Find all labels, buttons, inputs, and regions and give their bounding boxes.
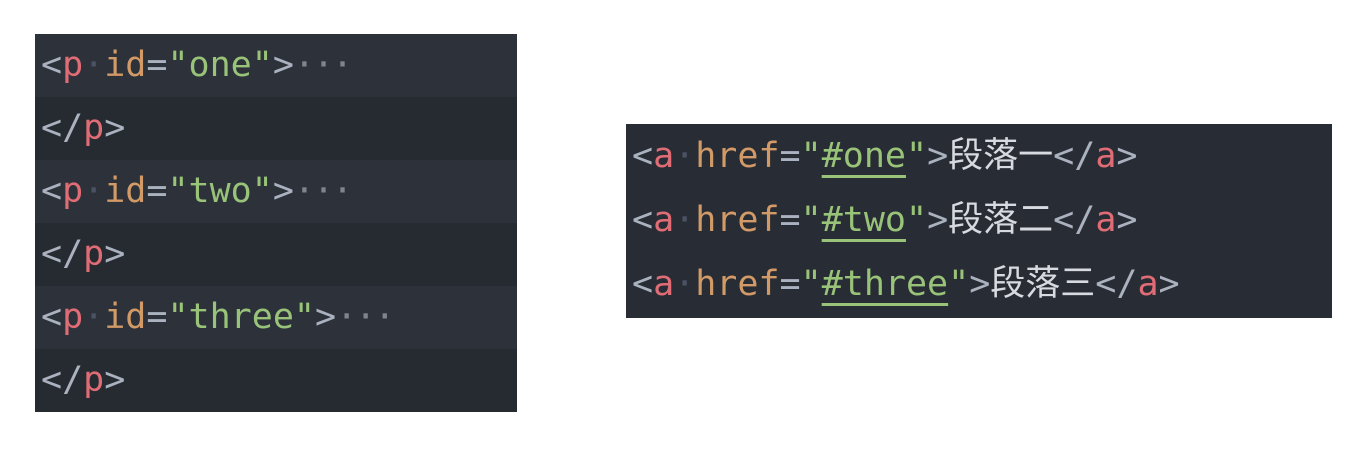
punctuation: > (927, 200, 949, 240)
code-line: <a·href="#three">段落三</a> (626, 252, 1332, 316)
code-line: <p·id="two">··· (35, 160, 517, 223)
code-line: <a·href="#two">段落二</a> (626, 188, 1332, 252)
attribute-value: "one" (167, 45, 273, 85)
tag-name: p (62, 171, 84, 211)
tag-name: a (1095, 200, 1117, 240)
whitespace-marker: · (83, 45, 105, 85)
href-link[interactable]: #two (822, 200, 906, 240)
attribute-name: id (104, 45, 147, 85)
punctuation: </ (1053, 136, 1096, 176)
whitespace-marker: · (83, 297, 105, 337)
code-line: </p> (35, 349, 517, 412)
link-text: 段落三 (990, 264, 1096, 304)
punctuation: > (104, 108, 126, 148)
tag-name: a (653, 136, 675, 176)
punctuation: > (1158, 264, 1180, 304)
punctuation: </ (41, 108, 84, 148)
link-text: 段落二 (948, 200, 1054, 240)
link-text: 段落一 (948, 136, 1054, 176)
tag-name: a (653, 200, 675, 240)
tag-name: a (1095, 136, 1117, 176)
punctuation: = (146, 45, 168, 85)
punctuation: = (146, 297, 168, 337)
punctuation: < (632, 200, 654, 240)
code-line: <a·href="#one">段落一</a> (626, 124, 1332, 188)
quote: " (948, 264, 970, 304)
punctuation: > (927, 136, 949, 176)
punctuation: > (104, 234, 126, 274)
quote: " (905, 200, 928, 240)
tag-name: p (62, 297, 84, 337)
punctuation: > (1116, 200, 1138, 240)
tag-name: p (83, 108, 105, 148)
punctuation: = (779, 136, 801, 176)
code-editor-left: <p·id="one">··· </p> <p·id="two">··· </p… (35, 34, 517, 412)
attribute-name: id (104, 297, 147, 337)
code-line: <p·id="three">··· (35, 286, 517, 349)
quote: " (800, 200, 822, 240)
punctuation: < (632, 264, 654, 304)
attribute-name: href (695, 200, 780, 240)
tag-name: p (62, 45, 84, 85)
code-line: </p> (35, 223, 517, 286)
quote: " (905, 136, 928, 176)
whitespace-marker: · (674, 264, 696, 304)
attribute-name: href (695, 136, 780, 176)
code-editor-right: <a·href="#one">段落一</a> <a·href="#two">段落… (626, 124, 1332, 318)
punctuation: < (632, 136, 654, 176)
attribute-name: id (104, 171, 147, 211)
punctuation: < (41, 297, 63, 337)
fold-ellipsis-icon[interactable]: ··· (294, 45, 353, 85)
tag-name: p (83, 360, 105, 400)
code-line: <p·id="one">··· (35, 34, 517, 97)
punctuation: = (779, 264, 801, 304)
attribute-name: href (695, 264, 780, 304)
punctuation: = (146, 171, 168, 211)
whitespace-marker: · (674, 200, 696, 240)
fold-ellipsis-icon[interactable]: ··· (294, 171, 353, 211)
fold-ellipsis-icon[interactable]: ··· (336, 297, 395, 337)
punctuation: </ (41, 360, 84, 400)
punctuation: = (779, 200, 801, 240)
href-link[interactable]: #one (822, 136, 906, 176)
punctuation: </ (41, 234, 84, 274)
punctuation: > (104, 360, 126, 400)
href-link[interactable]: #three (822, 264, 948, 304)
punctuation: > (314, 297, 337, 337)
punctuation: </ (1053, 200, 1096, 240)
whitespace-marker: · (83, 171, 105, 211)
attribute-value: "two" (167, 171, 273, 211)
quote: " (800, 264, 822, 304)
tag-name: a (1137, 264, 1159, 304)
whitespace-marker: · (674, 136, 696, 176)
punctuation: > (272, 171, 294, 211)
attribute-value: "three" (167, 297, 315, 337)
punctuation: > (272, 45, 294, 85)
punctuation: < (41, 171, 63, 211)
quote: " (800, 136, 822, 176)
punctuation: < (41, 45, 63, 85)
tag-name: a (653, 264, 675, 304)
punctuation: > (969, 264, 991, 304)
tag-name: p (83, 234, 105, 274)
punctuation: </ (1095, 264, 1138, 304)
punctuation: > (1116, 136, 1138, 176)
code-line: </p> (35, 97, 517, 160)
